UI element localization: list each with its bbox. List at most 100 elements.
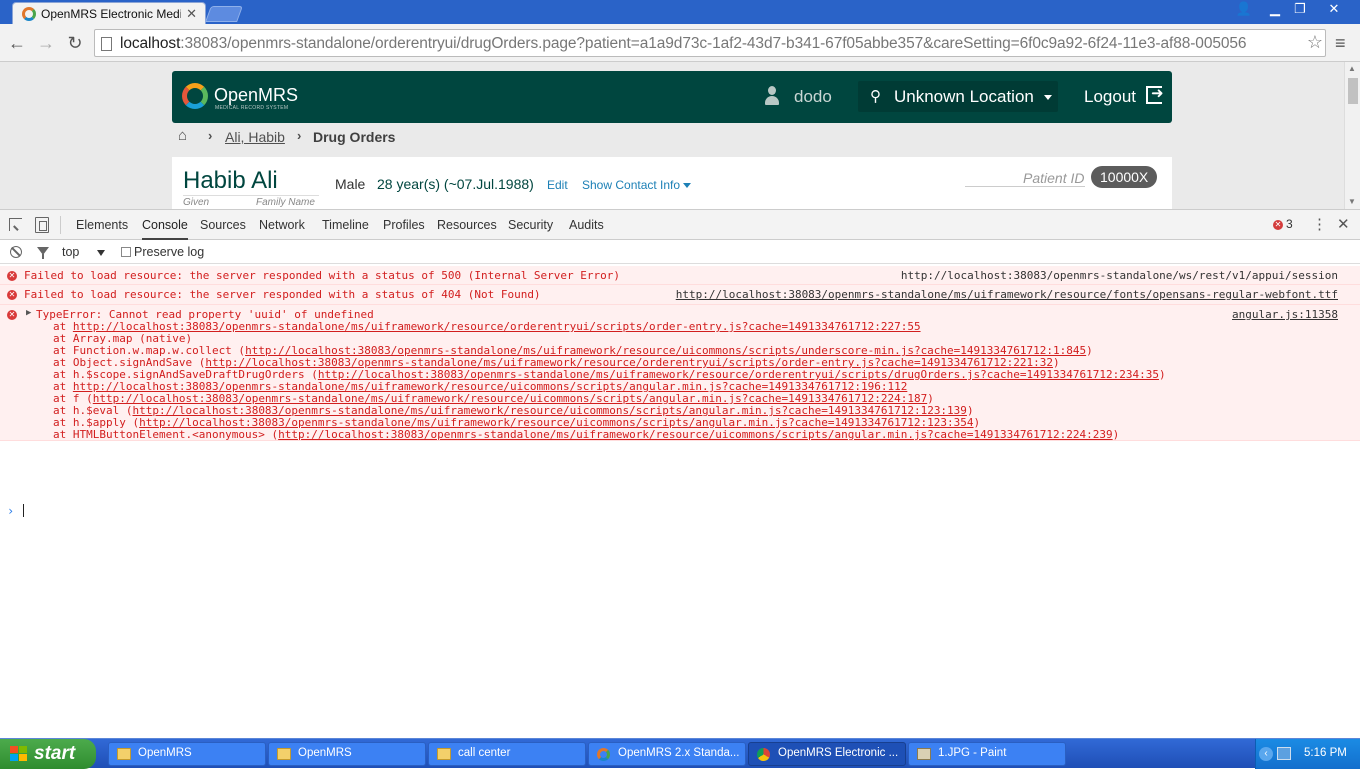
exception-source-link[interactable]: angular.js:11358 xyxy=(1232,308,1338,321)
taskbar-button-label: OpenMRS 2.x Standa... xyxy=(618,747,740,759)
logo-subtitle: MEDICAL RECORD SYSTEM xyxy=(215,105,289,111)
username[interactable]: dodo xyxy=(794,87,832,107)
context-selector[interactable]: top xyxy=(62,245,79,259)
filter-icon[interactable] xyxy=(37,247,49,259)
tab-close-icon[interactable]: ✕ xyxy=(186,6,197,22)
name-divider xyxy=(183,195,319,196)
new-tab-button[interactable] xyxy=(205,6,243,22)
expand-triangle-icon[interactable]: ▶ xyxy=(26,308,31,318)
taskbar-button[interactable]: call center xyxy=(428,742,586,766)
logout-icon[interactable] xyxy=(1146,84,1164,104)
stack-frame-prefix: at HTMLButtonElement.<anonymous> ( xyxy=(53,428,279,441)
taskbar-button-label: OpenMRS Electronic ... xyxy=(778,747,899,759)
preserve-log-checkbox[interactable] xyxy=(121,247,131,257)
error-icon[interactable]: ✕ xyxy=(1273,220,1283,230)
windows-taskbar: start OpenMRS OpenMRS call center OpenMRS 2… xyxy=(0,738,1360,769)
tab-network[interactable]: Network xyxy=(259,210,305,240)
taskbar-button[interactable]: OpenMRS xyxy=(268,742,426,766)
forward-arrow-icon[interactable]: → xyxy=(35,32,57,54)
tab-timeline[interactable]: Timeline xyxy=(322,210,369,240)
clear-console-icon[interactable] xyxy=(10,246,22,258)
tab-sources[interactable]: Sources xyxy=(200,210,246,240)
start-label: start xyxy=(34,743,76,764)
network-icon[interactable] xyxy=(1277,747,1291,760)
web-page: OpenMRS MEDICAL RECORD SYSTEM dodo ⚲ Unk… xyxy=(0,62,1344,209)
breadcrumb-patient[interactable]: Ali, Habib xyxy=(225,129,285,145)
folder-icon xyxy=(277,748,291,760)
user-profile-icon[interactable]: 👤 xyxy=(1229,0,1259,18)
error-source-link[interactable]: http://localhost:38083/openmrs-standalon… xyxy=(676,288,1338,301)
taskbar-button[interactable]: 1.JPG - Paint xyxy=(908,742,1066,766)
tab-audits[interactable]: Audits xyxy=(569,210,604,240)
patient-header: Habib Ali Given Family Name Male 28 year… xyxy=(172,157,1172,209)
chevron-down-icon xyxy=(1044,95,1052,100)
openmrs-logo-icon[interactable] xyxy=(182,83,208,109)
breadcrumb-current: Drug Orders xyxy=(313,129,396,145)
location-selector[interactable]: ⚲ Unknown Location xyxy=(858,81,1058,112)
patient-age: 28 year(s) (~07.Jul.1988) xyxy=(377,176,534,192)
stack-frame-link[interactable]: http://localhost:38083/openmrs-standalon… xyxy=(278,428,1112,441)
close-devtools-icon[interactable]: ✕ xyxy=(1337,215,1350,233)
console-exception: ✕ ▶ TypeError: Cannot read property 'uui… xyxy=(0,305,1360,441)
context-dropdown-icon[interactable] xyxy=(97,250,105,256)
taskbar-button[interactable]: OpenMRS 2.x Standa... xyxy=(588,742,746,766)
divider xyxy=(60,216,61,234)
error-text: Failed to load resource: the server resp… xyxy=(24,269,621,282)
page-scrollbar[interactable]: ▲ ▼ xyxy=(1344,62,1360,209)
browser-tab-openmrs[interactable]: OpenMRS Electronic Medical ✕ xyxy=(12,2,206,24)
preserve-log-label[interactable]: Preserve log xyxy=(134,245,204,259)
browser-toolbar: ← → ↻ localhost:38083/openmrs-standalone… xyxy=(0,24,1360,62)
tab-resources[interactable]: Resources xyxy=(437,210,497,240)
show-contact-info-link[interactable]: Show Contact Info xyxy=(582,178,692,192)
edit-link[interactable]: Edit xyxy=(547,178,568,192)
device-mode-icon[interactable] xyxy=(35,217,49,233)
patient-id-divider xyxy=(965,186,1085,187)
console-input[interactable] xyxy=(23,504,24,517)
patient-given-name: Habib xyxy=(183,167,246,194)
tab-console[interactable]: Console xyxy=(142,210,188,240)
back-arrow-icon[interactable]: ← xyxy=(6,32,28,54)
show-hidden-icons-icon[interactable]: ‹ xyxy=(1259,747,1273,761)
taskbar-button[interactable]: OpenMRS Electronic ... xyxy=(748,742,906,766)
home-icon[interactable]: ⌂ xyxy=(178,127,187,144)
browser-menu-icon[interactable]: ≡ xyxy=(1335,33,1346,54)
logo-text[interactable]: OpenMRS xyxy=(214,85,298,106)
taskbar-button-label: OpenMRS xyxy=(138,747,192,759)
tab-elements[interactable]: Elements xyxy=(76,210,128,240)
close-window-button[interactable]: ✕ xyxy=(1319,0,1349,18)
taskbar-button[interactable]: OpenMRS xyxy=(108,742,266,766)
start-button[interactable]: start xyxy=(0,739,96,769)
scroll-up-icon[interactable]: ▲ xyxy=(1348,64,1356,73)
console-toolbar: top Preserve log xyxy=(0,240,1360,264)
devtools-tabbar: Elements Console Sources Network Timelin… xyxy=(0,210,1360,240)
scroll-down-icon[interactable]: ▼ xyxy=(1348,197,1356,206)
stack-frame-link[interactable]: http://localhost:38083/openmrs-standalon… xyxy=(73,320,921,333)
restore-button[interactable]: ❐ xyxy=(1285,0,1315,18)
error-icon: ✕ xyxy=(7,271,17,281)
address-bar[interactable]: localhost:38083/openmrs-standalone/order… xyxy=(94,29,1326,57)
tab-security[interactable]: Security xyxy=(508,210,553,240)
logout-link[interactable]: Logout xyxy=(1084,87,1136,107)
console-output: ✕ Failed to load resource: the server re… xyxy=(0,266,1360,518)
paint-icon xyxy=(917,748,931,760)
chevron-right-icon: › xyxy=(208,128,213,143)
inspect-element-icon[interactable] xyxy=(9,218,22,231)
scrollbar-thumb[interactable] xyxy=(1348,78,1358,104)
more-options-icon[interactable]: ⋮ xyxy=(1312,215,1327,233)
console-prompt-icon: › xyxy=(7,504,15,518)
patient-name: Habib Ali xyxy=(183,167,278,195)
url-text[interactable]: localhost:38083/openmrs-standalone/order… xyxy=(120,35,1300,53)
user-icon xyxy=(765,86,779,106)
folder-icon xyxy=(117,748,131,760)
bookmark-star-icon[interactable]: ☆ xyxy=(1307,32,1323,53)
error-count[interactable]: 3 xyxy=(1286,217,1293,231)
tab-title: OpenMRS Electronic Medical xyxy=(41,7,181,21)
tab-profiles[interactable]: Profiles xyxy=(383,210,425,240)
location-label: Unknown Location xyxy=(894,87,1034,106)
patient-id-label: Patient ID xyxy=(1023,170,1085,186)
clock[interactable]: 5:16 PM xyxy=(1304,747,1347,759)
windows-logo-icon xyxy=(10,746,28,762)
folder-icon xyxy=(437,748,451,760)
devtools-panel: Elements Console Sources Network Timelin… xyxy=(0,209,1360,738)
reload-icon[interactable]: ↻ xyxy=(64,32,86,54)
